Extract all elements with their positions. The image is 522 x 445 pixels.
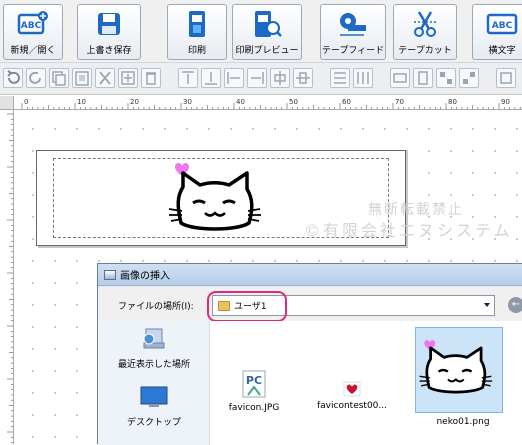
cat-image-icon (415, 327, 503, 413)
ruler-label: 60 (342, 98, 351, 106)
tape-cut-label: テープカット (398, 46, 452, 56)
ruler-label: 20 (130, 98, 139, 106)
send-back-icon[interactable] (413, 68, 433, 88)
edit-toolbar (0, 63, 522, 95)
group-icon[interactable] (436, 68, 456, 88)
tape-feed-label: テープフィード (321, 46, 385, 56)
cut-icon[interactable] (95, 68, 115, 88)
save-label: 上書き保存 (86, 46, 132, 56)
horizontal-text-button[interactable]: ABC 横文字 (472, 4, 522, 60)
distribute-vertical-icon[interactable] (330, 68, 350, 88)
horizontal-ruler: 0 10 20 30 40 50 60 70 80 90 (14, 96, 522, 110)
align-right-icon[interactable] (247, 68, 267, 88)
watermark-line2: ©有限会社エヌシステム (304, 221, 513, 240)
new-icon-text: ABC (21, 21, 42, 31)
places-bar: 最近表示した場所 デスクトップ (98, 321, 210, 445)
print-label: 印刷 (187, 46, 206, 56)
horizontal-text-icon: ABC (486, 10, 518, 38)
place-recent-label: 最近表示した場所 (117, 360, 190, 370)
desktop-icon (98, 385, 210, 412)
ruler-label: 80 (448, 98, 457, 106)
dialog-titlebar[interactable]: 画像の挿入 (98, 264, 522, 286)
rotate-icon[interactable] (496, 68, 516, 88)
tape-cut-button[interactable]: テープカット (393, 4, 457, 60)
ungroup-icon[interactable] (459, 68, 479, 88)
ruler-label: 0 (24, 98, 28, 106)
place-recent[interactable]: 最近表示した場所 (98, 327, 210, 370)
print-preview-button[interactable]: 印刷プレビュー (232, 4, 302, 60)
save-button[interactable]: 上書き保存 (77, 4, 141, 60)
dialog-title: 画像の挿入 (120, 271, 170, 282)
center-horizontal-icon[interactable] (293, 68, 313, 88)
print-preview-icon (251, 10, 283, 38)
main-toolbar: ABC 新規／開く 上書き保存 印刷 印刷プレビュー テープフィード テープカッ… (0, 0, 522, 63)
place-desktop[interactable]: デスクトップ (98, 385, 210, 428)
file-item[interactable]: PC favicon.JPG (214, 369, 294, 413)
chevron-down-icon[interactable] (484, 303, 490, 307)
distribute-horizontal-icon[interactable] (353, 68, 373, 88)
file-list: PC favicon.JPG favicontest00... neko01.p… (210, 321, 522, 445)
file-name: favicontest00... (317, 401, 387, 411)
print-preview-label: 印刷プレビュー (235, 46, 299, 56)
ruler-label: 90 (501, 98, 510, 106)
ruler-label: 10 (77, 98, 86, 106)
align-top-icon[interactable] (178, 68, 198, 88)
copy-icon[interactable] (49, 68, 69, 88)
horizontal-text-label: 横文字 (488, 46, 516, 56)
bring-front-icon[interactable] (390, 68, 410, 88)
back-arrow-icon[interactable]: ← (508, 297, 522, 313)
undo-icon[interactable] (3, 68, 23, 88)
window-icon (104, 269, 116, 280)
tape-feed-icon (337, 10, 369, 38)
tape-cut-icon (409, 10, 441, 38)
print-button[interactable]: 印刷 (167, 4, 227, 60)
new-open-icon: ABC (17, 10, 49, 38)
ruler-label: 70 (395, 98, 404, 106)
svg-text:ABC: ABC (492, 21, 513, 31)
place-desktop-label: デスクトップ (126, 418, 181, 428)
ruler-label: 40 (236, 98, 245, 106)
recent-places-icon (98, 327, 210, 354)
vertical-ruler (0, 110, 14, 444)
save-icon (93, 10, 125, 38)
new-open-button[interactable]: ABC 新規／開く (3, 4, 63, 60)
duplicate-icon[interactable] (118, 68, 138, 88)
ruler-label: 50 (289, 98, 298, 106)
new-open-label: 新規／開く (10, 46, 56, 56)
tape-feed-button[interactable]: テープフィード (320, 4, 386, 60)
align-left-icon[interactable] (224, 68, 244, 88)
pc-image-icon: PC (214, 369, 294, 399)
paste-icon[interactable] (72, 68, 92, 88)
cat-image[interactable] (167, 161, 271, 244)
heart-image-icon (302, 381, 402, 397)
dialog-body: ファイルの場所(I): ユーザ1 ← 最近表示した場所 デスクトップ PC fa… (98, 287, 522, 445)
delete-icon[interactable] (141, 68, 161, 88)
location-label: ファイルの場所(I): (118, 302, 194, 312)
print-icon (181, 10, 213, 38)
pc-icon-text: PC (246, 374, 262, 387)
center-vertical-icon[interactable] (270, 68, 290, 88)
file-item-selected[interactable]: neko01.png (415, 327, 511, 427)
file-item[interactable]: favicontest00... (302, 381, 402, 411)
location-row: ファイルの場所(I): ユーザ1 ← (98, 287, 522, 322)
ruler-label: 30 (183, 98, 192, 106)
file-name: neko01.png (436, 417, 490, 427)
align-bottom-icon[interactable] (201, 68, 221, 88)
location-highlight-annotation (207, 291, 287, 322)
file-name: favicon.JPG (228, 403, 280, 413)
ruler-corner (0, 96, 14, 110)
watermark-line1: 無断転載禁止 (368, 202, 464, 218)
redo-icon[interactable] (26, 68, 46, 88)
insert-image-dialog: 画像の挿入 ファイルの場所(I): ユーザ1 ← 最近表示した場所 デスクトップ… (97, 263, 522, 445)
